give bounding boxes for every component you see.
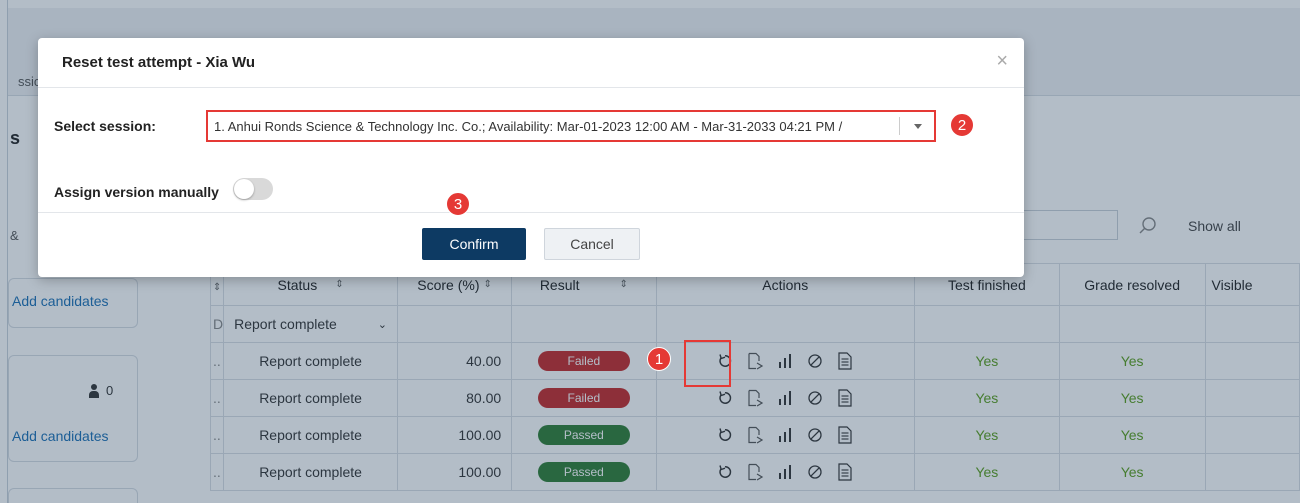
confirm-button[interactable]: Confirm [422, 228, 526, 260]
dialog-divider [38, 212, 1024, 213]
step-badge-3: 3 [446, 192, 470, 216]
highlight-box-reset [684, 340, 731, 387]
dialog-header: Reset test attempt - Xia Wu × [38, 38, 1024, 88]
step-badge-2: 2 [950, 113, 974, 137]
assign-version-toggle[interactable] [233, 178, 273, 200]
chevron-down-icon[interactable] [914, 124, 922, 129]
step-badge-1: 1 [647, 347, 671, 371]
toggle-knob [234, 179, 254, 199]
select-session-label: Select session: [54, 118, 156, 134]
select-divider [899, 117, 900, 135]
cancel-button[interactable]: Cancel [544, 228, 640, 260]
session-select-value: 1. Anhui Ronds Science & Technology Inc.… [214, 119, 843, 134]
reset-test-attempt-dialog: Reset test attempt - Xia Wu × Select ses… [38, 38, 1024, 277]
session-select[interactable]: 1. Anhui Ronds Science & Technology Inc.… [206, 110, 936, 142]
close-icon[interactable]: × [996, 51, 1008, 71]
assign-version-label: Assign version manually [54, 184, 219, 200]
dialog-title: Reset test attempt - Xia Wu [62, 54, 256, 71]
